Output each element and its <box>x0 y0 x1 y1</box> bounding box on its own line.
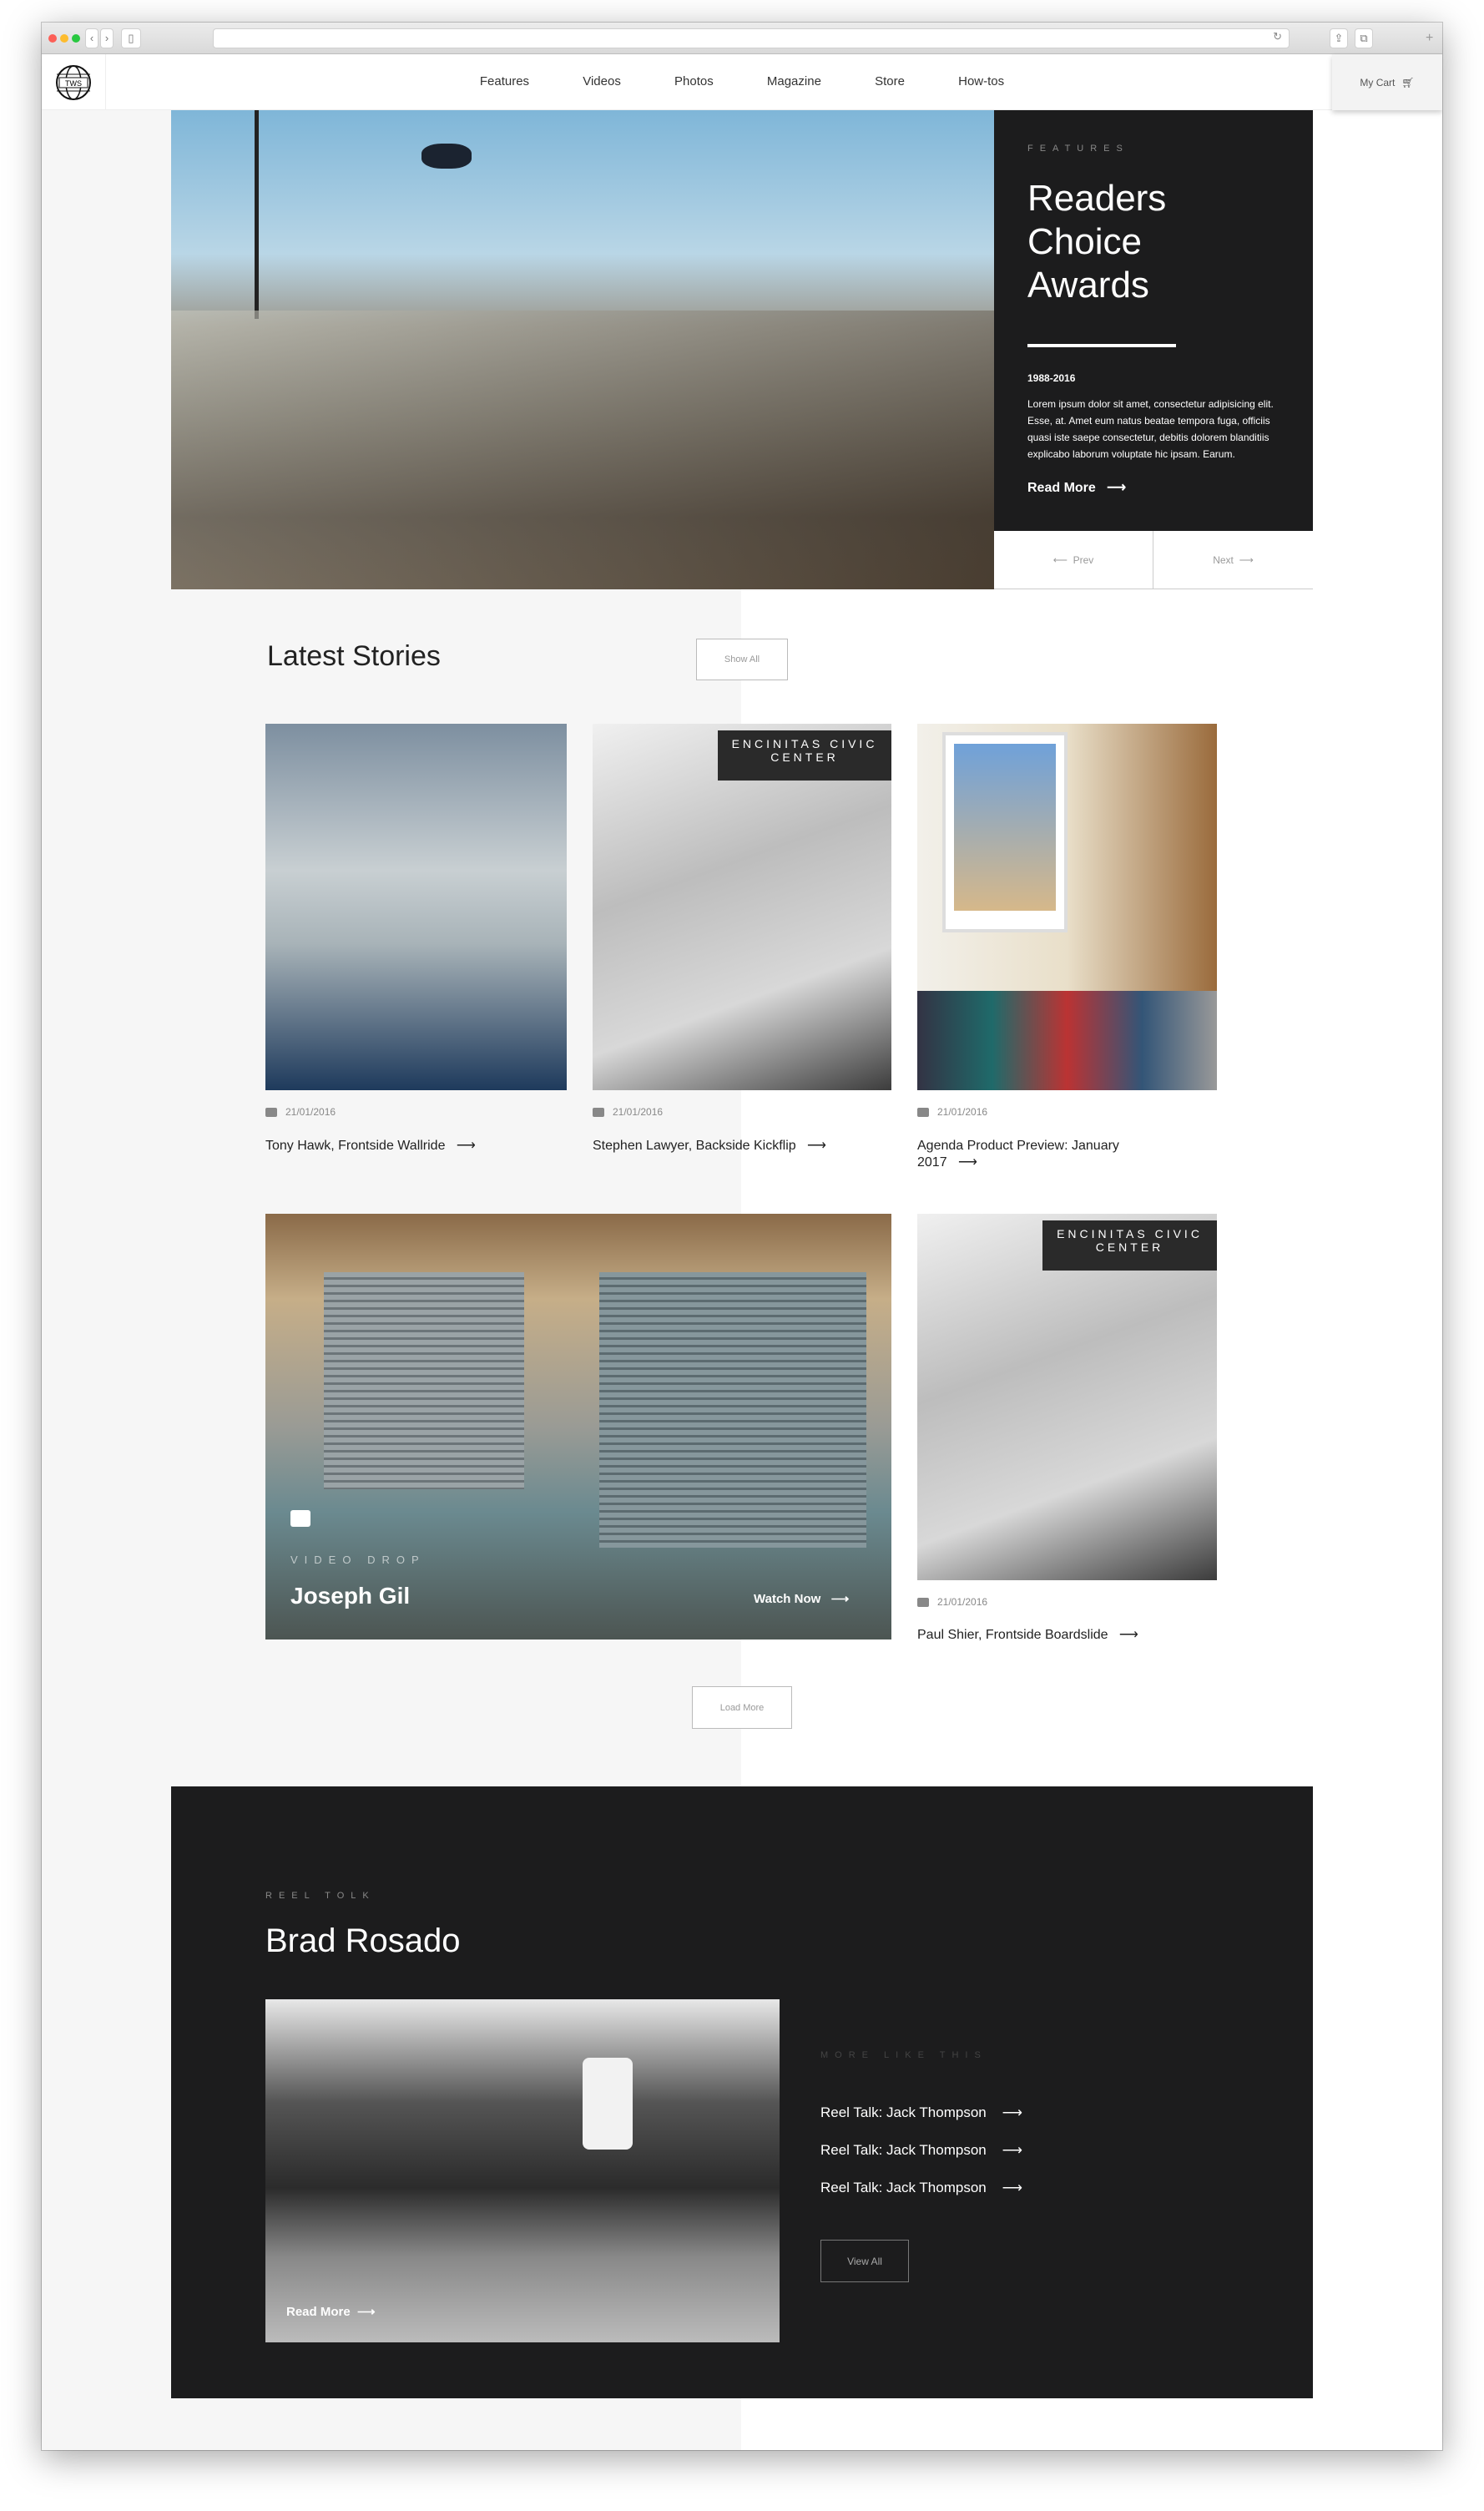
hero-image[interactable] <box>171 110 994 589</box>
cart-label: My Cart <box>1360 76 1396 88</box>
story-image-tony-hawk[interactable] <box>265 724 567 1090</box>
story-meta: 21/01/2016 <box>917 1106 987 1118</box>
nav-features[interactable]: Features <box>480 74 529 88</box>
close-window-button[interactable] <box>48 34 57 43</box>
story-meta: 21/01/2016 <box>265 1106 336 1118</box>
story-title-link[interactable]: Tony Hawk, Frontside Wallride ⟶ <box>265 1138 476 1154</box>
skater-figure <box>421 144 472 169</box>
nav-videos[interactable]: Videos <box>583 74 621 88</box>
new-tab-icon[interactable]: + <box>1426 31 1433 46</box>
browser-window: ‹ › ▯ ↻ ⇪ ⧉ + TWS Features Videos Photos… <box>42 23 1442 2450</box>
arrow-right-icon: ⟶ <box>807 1139 826 1153</box>
minimize-window-button[interactable] <box>60 34 68 43</box>
nav-magazine[interactable]: Magazine <box>767 74 821 88</box>
arrow-right-icon: ⟶ <box>456 1139 476 1153</box>
nav-photos[interactable]: Photos <box>674 74 714 88</box>
reel-link[interactable]: Reel Talk: Jack Thompson ⟶ <box>820 2104 1022 2121</box>
arrow-right-icon: ⟶ <box>1002 2104 1023 2120</box>
latest-stories-heading: Latest Stories <box>267 640 441 672</box>
story-title-link[interactable]: Agenda Product Preview: January 2017 ⟶ <box>917 1138 1168 1171</box>
arrow-right-icon: ⟶ <box>1002 2180 1023 2195</box>
story-title-link[interactable]: Paul Shier, Frontside Boardslide ⟶ <box>917 1627 1138 1644</box>
story-meta: 21/01/2016 <box>593 1106 663 1118</box>
skater-figure <box>583 2058 633 2150</box>
reel-title: Brad Rosado <box>265 1922 461 1959</box>
arrow-right-icon: ⟶ <box>957 1155 977 1170</box>
hero-years: 1988-2016 <box>1027 372 1076 384</box>
reel-read-more[interactable]: Read More ⟶ <box>286 2304 376 2319</box>
hero-body: Lorem ipsum dolor sit amet, consectetur … <box>1027 398 1274 460</box>
hero-title: Readers Choice Awards <box>1027 178 1167 306</box>
browser-toolbar: ‹ › ▯ ↻ ⇪ ⧉ + <box>42 23 1442 54</box>
story-meta: 21/01/2016 <box>917 1596 987 1608</box>
reel-image[interactable]: Read More ⟶ <box>265 1999 780 2342</box>
arrow-right-icon: ⟶ <box>1233 553 1254 566</box>
maximize-window-button[interactable] <box>72 34 80 43</box>
utility-pole <box>255 110 259 319</box>
hero-divider <box>1027 344 1176 347</box>
camera-icon <box>593 1107 604 1117</box>
hero-feature-panel: FEATURES Readers Choice Awards 1988-2016… <box>994 110 1313 531</box>
cart-button[interactable]: My Cart 🛒︎ <box>1332 54 1442 110</box>
arrow-right-icon: ⟶ <box>1118 1628 1138 1642</box>
share-icon[interactable]: ⇪ <box>1330 28 1348 48</box>
civic-center-sign: ENCINITAS CIVIC CENTER <box>718 730 891 781</box>
story-image-agenda[interactable] <box>917 724 1217 1090</box>
reel-talk-section: REEL TOLK Brad Rosado Read More ⟶ MORE L… <box>171 1786 1313 2398</box>
prev-button[interactable]: ⟵ Prev <box>994 531 1153 589</box>
hero-read-more[interactable]: Read More ⟶ <box>1027 479 1280 496</box>
load-more-button[interactable]: Load More <box>692 1686 792 1729</box>
framed-photo <box>942 732 1068 932</box>
view-all-button[interactable]: View All <box>820 2240 909 2282</box>
story-image-stephen-lawyer[interactable]: ENCINITAS CIVIC CENTER <box>593 724 891 1090</box>
broken-road <box>171 311 994 589</box>
main-nav: Features Videos Photos Magazine Store Ho… <box>42 74 1442 88</box>
civic-center-sign: ENCINITAS CIVIC CENTER <box>1042 1220 1217 1271</box>
hero-kicker: FEATURES <box>1027 144 1129 154</box>
reel-link[interactable]: Reel Talk: Jack Thompson ⟶ <box>820 2142 1022 2159</box>
arrow-right-icon: ⟶ <box>1002 2142 1023 2158</box>
forward-icon[interactable]: › <box>100 28 114 48</box>
reel-link[interactable]: Reel Talk: Jack Thompson ⟶ <box>820 2180 1022 2196</box>
show-all-button[interactable]: Show All <box>696 639 788 680</box>
video-card-joseph-gil[interactable]: VIDEO DROP Joseph Gil Watch Now ⟶ <box>265 1214 891 1639</box>
more-like-this-kicker: MORE LIKE THIS <box>820 2050 987 2060</box>
arrow-right-icon: ⟶ <box>1107 481 1127 495</box>
shutter-door <box>324 1272 524 1489</box>
video-title: Joseph Gil <box>290 1583 411 1609</box>
reload-icon[interactable]: ↻ <box>1273 30 1282 43</box>
arrow-right-icon: ⟶ <box>830 1592 850 1606</box>
back-icon[interactable]: ‹ <box>85 28 98 48</box>
shutter-door <box>599 1272 866 1548</box>
next-button[interactable]: Next ⟶ <box>1153 531 1313 589</box>
camera-icon <box>917 1107 929 1117</box>
reel-kicker: REEL TOLK <box>265 1891 376 1901</box>
video-camera-icon <box>290 1510 310 1527</box>
arrow-left-icon: ⟵ <box>1052 553 1073 566</box>
sidebar-icon[interactable]: ▯ <box>121 28 141 48</box>
tabs-icon[interactable]: ⧉ <box>1355 28 1373 48</box>
story-title-link[interactable]: Stephen Lawyer, Backside Kickflip ⟶ <box>593 1138 826 1154</box>
camera-icon <box>917 1597 929 1607</box>
video-kicker: VIDEO DROP <box>290 1554 426 1566</box>
nav-how-tos[interactable]: How-tos <box>958 74 1004 88</box>
site-header: TWS Features Videos Photos Magazine Stor… <box>42 54 1442 110</box>
camera-icon <box>265 1107 277 1117</box>
nav-store[interactable]: Store <box>875 74 905 88</box>
story-image-paul-shier[interactable]: ENCINITAS CIVIC CENTER <box>917 1214 1217 1580</box>
cart-icon: 🛒︎ <box>1401 76 1415 88</box>
watch-now-link[interactable]: Watch Now ⟶ <box>754 1591 849 1606</box>
clothing-rack <box>917 991 1217 1090</box>
arrow-right-icon: ⟶ <box>357 2305 376 2319</box>
address-bar[interactable]: ↻ <box>213 28 1290 48</box>
